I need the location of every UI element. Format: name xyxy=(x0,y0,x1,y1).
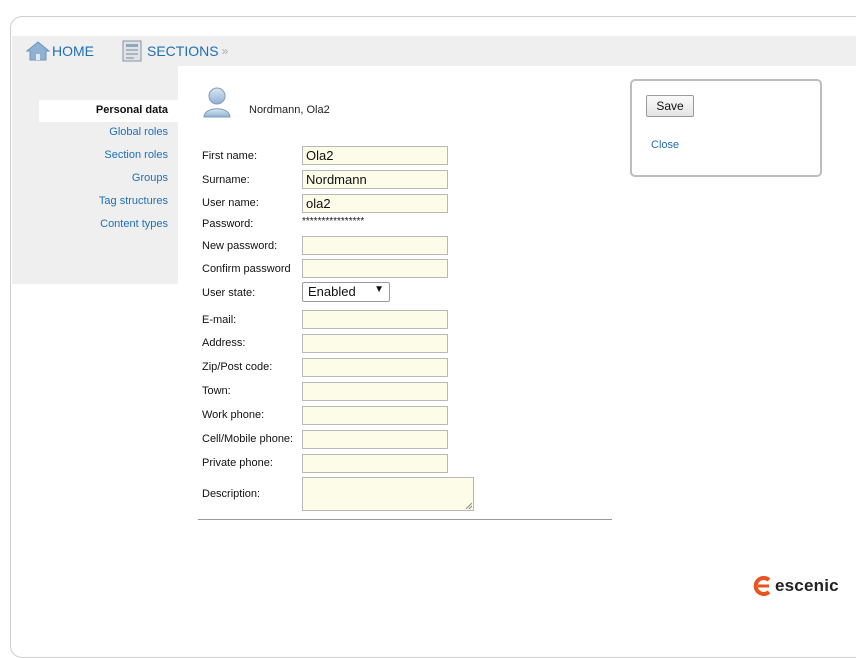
confirm-password-field[interactable] xyxy=(302,259,448,278)
new-password-field[interactable] xyxy=(302,236,448,255)
new-password-label: New password: xyxy=(202,240,278,252)
escenic-logo: escenic xyxy=(752,576,839,596)
home-icon xyxy=(26,41,50,61)
sidebar: Personal data Global roles Section roles… xyxy=(12,66,179,284)
breadcrumb-separator: » xyxy=(221,44,229,58)
close-link[interactable]: Close xyxy=(651,139,679,151)
email-field[interactable] xyxy=(302,310,448,329)
description-textarea[interactable] xyxy=(302,477,474,511)
action-panel: Save Close xyxy=(630,79,822,177)
email-label: E-mail: xyxy=(202,314,237,326)
save-button[interactable]: Save xyxy=(646,95,694,117)
sidebar-item-section-roles[interactable]: Section roles xyxy=(104,149,168,161)
description-label: Description: xyxy=(202,488,261,500)
first-name-field[interactable] xyxy=(302,146,448,165)
sections-label: SECTIONS xyxy=(147,43,219,59)
sections-icon xyxy=(122,40,142,62)
username-label: User name: xyxy=(202,197,259,209)
address-label: Address: xyxy=(202,337,246,349)
user-avatar-icon xyxy=(203,87,231,118)
zip-field[interactable] xyxy=(302,358,448,377)
town-label: Town: xyxy=(202,385,231,397)
dropdown-arrow-icon: ▼ xyxy=(374,284,384,295)
address-field[interactable] xyxy=(302,334,448,353)
private-phone-label: Private phone: xyxy=(202,457,273,469)
sidebar-item-groups[interactable]: Groups xyxy=(132,172,168,184)
resize-grip-icon[interactable] xyxy=(465,502,472,509)
cell-phone-field[interactable] xyxy=(302,430,448,449)
work-phone-label: Work phone: xyxy=(202,409,265,421)
home-label: HOME xyxy=(52,43,94,59)
cell-phone-label: Cell/Mobile phone: xyxy=(202,433,294,445)
surname-field[interactable] xyxy=(302,170,448,189)
user-state-label: User state: xyxy=(202,287,256,299)
zip-label: Zip/Post code: xyxy=(202,361,273,373)
password-value: **************** xyxy=(302,216,365,227)
private-phone-field[interactable] xyxy=(302,454,448,473)
home-link[interactable]: HOME xyxy=(26,36,94,66)
username-field[interactable] xyxy=(302,194,448,213)
user-state-value: Enabled xyxy=(308,284,356,299)
first-name-label: First name: xyxy=(202,150,258,162)
work-phone-field[interactable] xyxy=(302,406,448,425)
user-state-select[interactable]: Enabled ▼ xyxy=(302,282,390,302)
breadcrumb: HOME SECTIONS » xyxy=(12,36,856,66)
confirm-password-label: Confirm password xyxy=(202,263,291,275)
sidebar-item-tag-structures[interactable]: Tag structures xyxy=(99,195,168,207)
sidebar-item-personal-data[interactable]: Personal data xyxy=(96,104,168,116)
sidebar-item-content-types[interactable]: Content types xyxy=(100,218,168,230)
password-label: Password: xyxy=(202,218,254,230)
surname-label: Surname: xyxy=(202,174,250,186)
sidebar-item-global-roles[interactable]: Global roles xyxy=(109,126,168,138)
sections-link[interactable]: SECTIONS » xyxy=(122,36,228,66)
brand-name: escenic xyxy=(775,576,839,595)
escenic-logo-icon xyxy=(753,576,771,596)
town-field[interactable] xyxy=(302,382,448,401)
user-display-name: Nordmann, Ola2 xyxy=(249,104,330,116)
form-divider xyxy=(198,519,612,520)
